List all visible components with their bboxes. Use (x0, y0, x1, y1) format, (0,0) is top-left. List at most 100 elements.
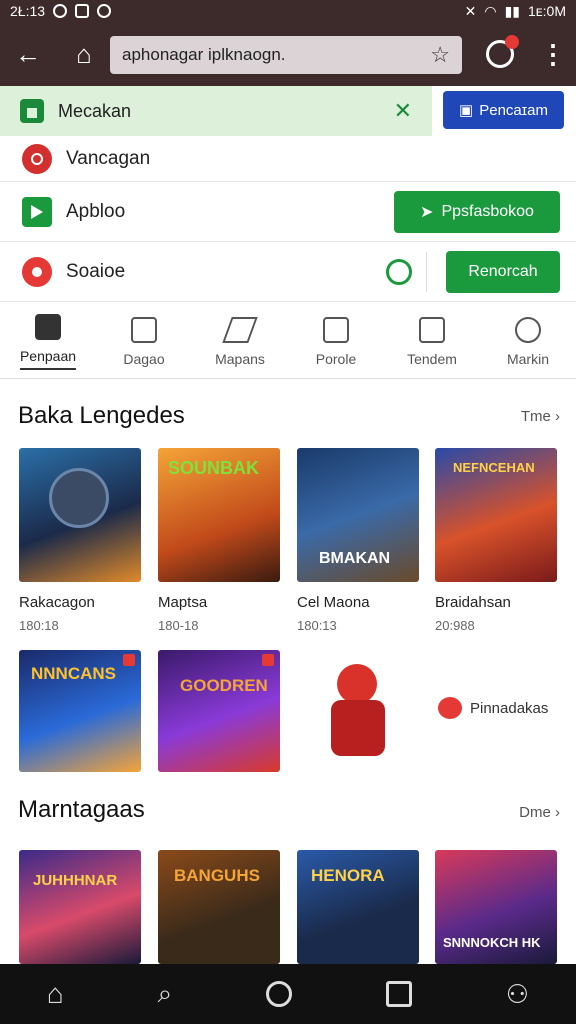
browser-toolbar: ← ⌂ aphonagar iplknaogn. ☆ ⋮ (0, 22, 576, 86)
tile-art-title: JUHHHNAR (33, 872, 118, 889)
tile-art-title: BANGUHS (174, 866, 260, 885)
home-icon[interactable]: ⌂ (62, 32, 106, 76)
tab-mapans[interactable]: Mapans (192, 305, 288, 378)
notification-dot (505, 35, 519, 49)
list-item[interactable]: Vancagan (0, 136, 576, 182)
tile-art-title: NNNCANS (31, 664, 116, 683)
wifi-icon: ◠ (484, 2, 497, 19)
checkbox-icon (419, 316, 445, 343)
system-nav-bar: ⌂ ⌕ ⚇ (0, 964, 576, 1024)
tab-label: Markin (506, 350, 549, 367)
tile-art-title: HENORA (311, 866, 385, 885)
battery-time: 1ᴇ:0M (528, 3, 566, 19)
game-tile[interactable]: SOUNBAK (158, 448, 280, 582)
account-icon[interactable]: ⚇ (506, 979, 529, 1010)
tabs-counter-icon[interactable] (486, 35, 519, 68)
tab-label: Penpaan (19, 347, 77, 364)
tile-label: Cel Maona (297, 594, 370, 611)
game-tile[interactable]: HENORA (297, 850, 419, 964)
promo-icon (438, 697, 462, 719)
promo-label: Pinnadakas (470, 699, 549, 717)
ad-label: Mecakan (58, 100, 132, 121)
badge-icon (123, 654, 135, 666)
button-label: Ppsfasbokoo (441, 203, 534, 220)
more-label: Dme (519, 804, 551, 821)
close-icon[interactable]: ✕ (394, 98, 412, 124)
sync-icon (53, 4, 68, 18)
home-icon (35, 313, 61, 340)
chevron-right-icon: › (555, 408, 560, 425)
apps-icon (131, 316, 157, 343)
mute-icon: ✕ (464, 2, 477, 19)
tile-art-title: SOUNBAK (168, 458, 260, 478)
tile-label: Rakacagon (19, 594, 95, 611)
url-bar[interactable]: aphonagar iplknaogn. ☆ (110, 36, 462, 74)
badge-icon (262, 654, 274, 666)
list-item[interactable]: Apbloo ➤ Ppsfasbokoo (0, 182, 576, 242)
tile-sub: 180:13 (297, 618, 337, 633)
character-art (49, 468, 109, 528)
tile-art-title: SNNNOKCH HK (443, 935, 541, 950)
more-label: Tme (520, 408, 551, 425)
ad-action-button[interactable]: ▣ Pencaɪam (443, 91, 564, 129)
button-icon: ➤ (420, 204, 434, 221)
tile-art-title: BMAKAN (319, 550, 391, 567)
list-action-button[interactable]: Renorcah (446, 251, 560, 293)
status-time: 2Ł:13 (10, 3, 46, 19)
promo-link[interactable]: Pinnadakas (438, 697, 548, 719)
tab-porole[interactable]: Porole (288, 305, 384, 378)
section-title: Baka Lengedes (18, 402, 185, 429)
clock-icon[interactable] (386, 259, 412, 285)
list-action-button[interactable]: ➤ Ppsfasbokoo (394, 191, 560, 233)
tab-dagao[interactable]: Dagao (96, 305, 192, 378)
status-bar: 2Ł:13 ✕ ◠ ▮▮ 1ᴇ:0M (0, 0, 576, 22)
section-more-link[interactable]: Tme › (521, 408, 560, 425)
recents-square-icon[interactable] (385, 981, 412, 1007)
ad-button-icon: ▣ (459, 102, 474, 119)
ad-row: Mecakan ✕ ▣ Pencaɪam (0, 86, 576, 136)
signal-icon: ▮▮ (504, 2, 521, 19)
game-tile[interactable] (19, 448, 141, 582)
game-tile[interactable]: SNNNOKCH HK (435, 850, 557, 964)
back-arrow-icon[interactable]: ← (6, 32, 50, 76)
tab-label: Tendem (407, 350, 457, 367)
tile-label: Maptsa (158, 594, 208, 611)
game-tile[interactable]: BMAKAN (297, 448, 419, 582)
tab-tendem[interactable]: Tendem (384, 305, 480, 378)
tile-sub: 180-18 (158, 618, 199, 633)
send-icon (222, 316, 258, 343)
play-icon (22, 196, 52, 227)
game-tile[interactable]: NEFNCEHAN (435, 448, 557, 582)
menu-dots-icon[interactable]: ⋮ (540, 40, 566, 68)
ad-banner[interactable]: Mecakan ✕ (0, 86, 432, 136)
record-icon (22, 143, 52, 174)
tile-sub: 20:988 (435, 618, 475, 633)
game-tile[interactable]: BANGUHS (158, 850, 280, 964)
game-tile[interactable]: NNNCANS (19, 650, 141, 772)
tile-label: Braidahsan (435, 594, 511, 611)
ad-button-label: Pencaɪam (479, 101, 548, 119)
game-tile[interactable]: GOODREN (158, 650, 280, 772)
bookmark-star-icon[interactable]: ☆ (430, 42, 450, 68)
game-tile[interactable]: JUHHHNAR (19, 850, 141, 964)
tab-penpaan[interactable]: Penpaan (0, 305, 96, 378)
tile-art-title: GOODREN (180, 676, 268, 695)
search-icon[interactable]: ⌕ (158, 978, 173, 1010)
divider (426, 252, 427, 292)
app-icon (97, 4, 112, 18)
store-icon (20, 99, 44, 123)
tab-markin[interactable]: Markin (480, 305, 576, 378)
chevron-right-icon: › (555, 804, 560, 821)
list-item-label: Soaioe (66, 260, 126, 282)
game-tile[interactable] (297, 650, 419, 772)
hero-head-art (337, 664, 377, 704)
circle-home-icon[interactable] (266, 981, 293, 1007)
home-icon[interactable]: ⌂ (47, 978, 64, 1010)
list-item[interactable]: Soaioe Renorcah (0, 242, 576, 302)
list-icon (323, 316, 349, 343)
list-item-label: Vancagan (66, 147, 151, 169)
hero-body-art (331, 700, 385, 756)
button-label: Renorcah (468, 263, 538, 280)
tab-label: Mapans (215, 350, 265, 367)
section-more-link[interactable]: Dme › (519, 804, 560, 821)
